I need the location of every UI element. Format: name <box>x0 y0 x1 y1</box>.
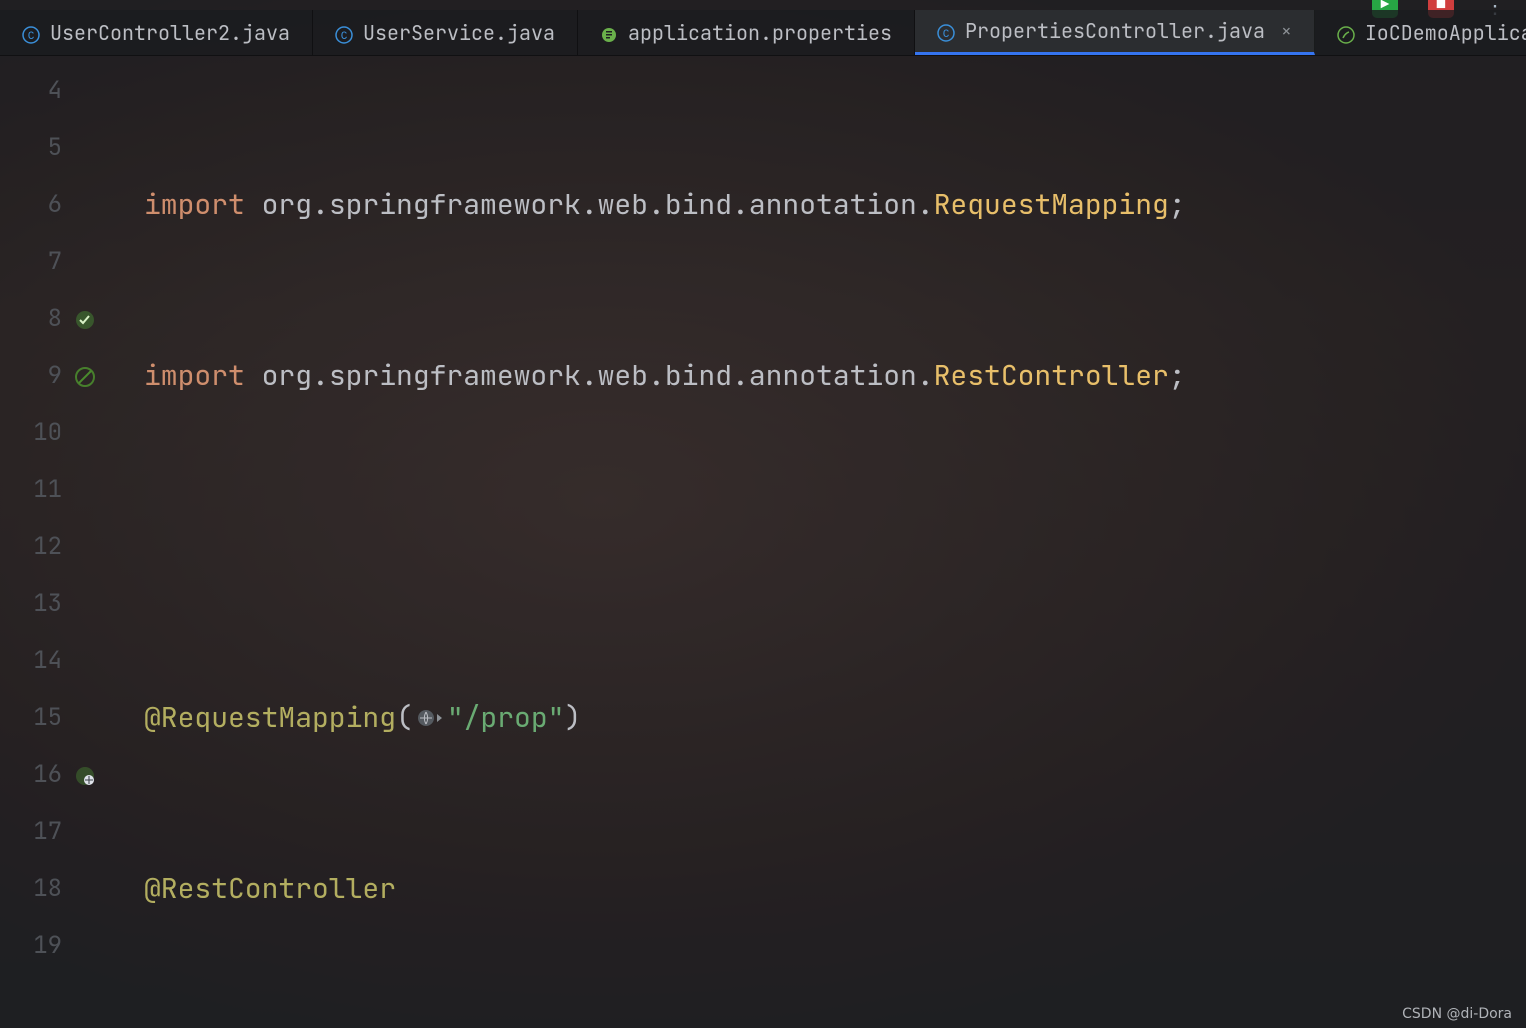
line-number: 17 <box>0 803 100 860</box>
code-editor[interactable]: 4 5 6 7 8 9 10 11 12 13 14 15 16 17 18 1… <box>0 56 1526 1028</box>
line-number: 11 <box>0 461 100 518</box>
tab-label: application.properties <box>628 20 892 46</box>
line-number: 4 <box>0 62 100 119</box>
line-number: 6 <box>0 176 100 233</box>
close-icon[interactable]: × <box>1281 20 1292 43</box>
spring-icon <box>1337 24 1355 42</box>
endpoint-icon[interactable] <box>74 764 96 786</box>
line-number: 8 <box>0 290 100 347</box>
class-icon: C <box>22 24 40 42</box>
line-number: 12 <box>0 518 100 575</box>
line-number: 10 <box>0 404 100 461</box>
tab-usercontroller2[interactable]: C UserController2.java <box>0 10 313 55</box>
toolbar: ▶ ■ ⋮ <box>0 0 1526 10</box>
line-number: 13 <box>0 575 100 632</box>
gutter: 4 5 6 7 8 9 10 11 12 13 14 15 16 17 18 1… <box>0 56 100 1028</box>
svg-text:C: C <box>341 31 348 43</box>
code-line: import org.springframework.web.bind.anno… <box>100 347 1526 404</box>
tab-propertiescontroller[interactable]: C PropertiesController.java × <box>915 10 1315 55</box>
tab-userservice[interactable]: C UserService.java <box>313 10 578 55</box>
svg-text:C: C <box>943 29 950 41</box>
tab-label: UserService.java <box>363 20 555 46</box>
class-icon: C <box>937 22 955 40</box>
bean-ok-icon[interactable] <box>74 308 96 330</box>
properties-icon <box>600 24 618 42</box>
tab-label: UserController2.java <box>50 20 290 46</box>
line-number: 14 <box>0 632 100 689</box>
line-number: 9 <box>0 347 100 404</box>
class-icon: C <box>335 24 353 42</box>
code-line <box>100 518 1526 575</box>
watermark: CSDN @di-Dora <box>1402 1006 1512 1022</box>
line-number: 19 <box>0 917 100 974</box>
svg-text:C: C <box>28 31 35 43</box>
code-line: @RestController <box>100 860 1526 917</box>
editor-tabs: C UserController2.java C UserService.jav… <box>0 10 1526 56</box>
line-number: 5 <box>0 119 100 176</box>
code-line: @RequestMapping("/prop") <box>100 689 1526 746</box>
code-body[interactable]: import org.springframework.web.bind.anno… <box>100 56 1526 1028</box>
line-number: 15 <box>0 689 100 746</box>
url-hint-icon[interactable] <box>413 708 447 728</box>
code-line: import org.springframework.web.bind.anno… <box>100 176 1526 233</box>
line-number: 16 <box>0 746 100 803</box>
line-number: 7 <box>0 233 100 290</box>
tab-label: PropertiesController.java <box>965 18 1265 44</box>
tab-applicationproperties[interactable]: application.properties <box>578 10 915 55</box>
bean-no-icon[interactable] <box>74 365 96 387</box>
line-number: 18 <box>0 860 100 917</box>
tab-label: IoCDemoApplication.java <box>1365 20 1526 46</box>
tab-iocdemoapplication[interactable]: IoCDemoApplication.java <box>1315 10 1526 55</box>
